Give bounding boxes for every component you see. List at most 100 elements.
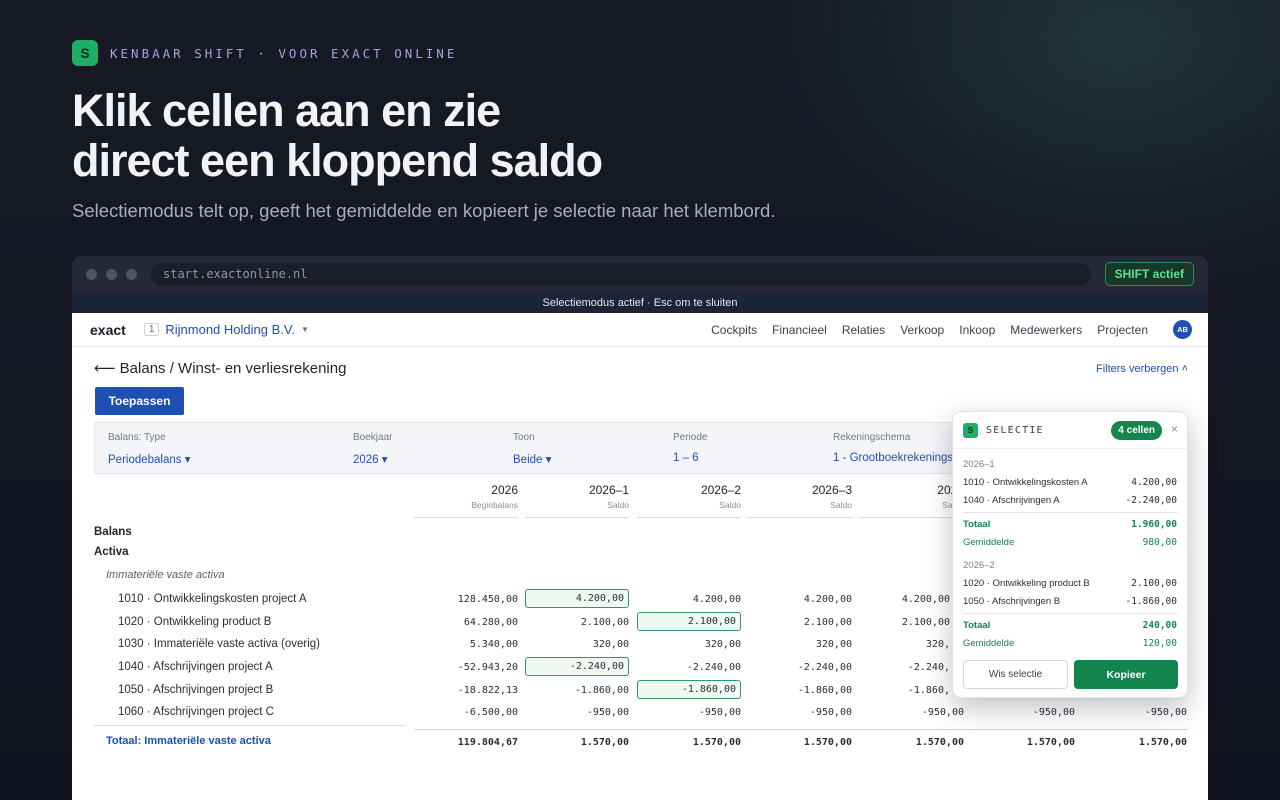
total-cell[interactable]: 119.804,67 (414, 737, 518, 748)
table-cell[interactable]: 2.100,00 (525, 617, 629, 628)
nav-verkoop[interactable]: Verkoop (900, 323, 944, 337)
table-cell[interactable]: -2.240, (846, 662, 950, 673)
hero-title: Klik cellen aan en zie direct een kloppe… (72, 86, 772, 186)
close-icon[interactable]: × (1171, 422, 1178, 436)
nav-relaties[interactable]: Relaties (842, 323, 885, 337)
top-navigation: exact 1 Rijnmond Holding B.V. ▼ Cockpits… (72, 313, 1208, 347)
shift-active-badge[interactable]: SHIFT actief (1104, 262, 1194, 286)
column-header: 2026–2 Saldo (637, 483, 741, 518)
selection-item-value: 2.100,00 (1131, 578, 1177, 589)
filter-value[interactable]: Beide ▾ (513, 452, 551, 466)
apply-button[interactable]: Toepassen (95, 387, 184, 415)
total-cell[interactable]: 1.570,00 (1083, 737, 1187, 748)
table-cell[interactable]: -1.860, (846, 685, 950, 696)
selection-item-value: -2.240,00 (1125, 495, 1177, 506)
divider (637, 517, 741, 518)
exact-logo[interactable]: exact (90, 322, 126, 338)
selection-item-label: 1020 · Ontwikkeling product B (963, 578, 1090, 589)
selection-total-value: 1.960,00 (1131, 519, 1177, 530)
table-row-label[interactable]: 1050 · Afschrijvingen project B (118, 684, 273, 696)
table-cell[interactable]: 4.200,00 (846, 594, 950, 605)
nav-financieel[interactable]: Financieel (772, 323, 827, 337)
nav-projecten[interactable]: Projecten (1097, 323, 1148, 337)
filter-panel: Balans: Type Periodebalans ▾ Boekjaar 20… (94, 422, 1054, 474)
column-header: 2026 Beginbalans (414, 483, 518, 518)
table-cell[interactable]: -950,00 (748, 707, 852, 718)
table-cell[interactable]: 320,00 (525, 639, 629, 650)
selection-item-value: -1.860,00 (1125, 596, 1177, 607)
selection-item-label: 1040 · Afschrijvingen A (963, 495, 1060, 506)
selection-average-value: 980,00 (1142, 537, 1177, 548)
table-cell[interactable]: -950,00 (1083, 707, 1187, 718)
page-title[interactable]: ⟵ Balans / Winst- en verliesrekening (94, 359, 346, 377)
nav-inkoop[interactable]: Inkoop (959, 323, 995, 337)
filter-value[interactable]: 2026 ▾ (353, 452, 388, 466)
table-cell[interactable]: 320,00 (637, 639, 741, 650)
selection-average-label: Gemiddelde (963, 638, 1015, 649)
table-cell[interactable]: -1.860,00 (525, 685, 629, 696)
window-maximize-dot[interactable] (126, 268, 137, 280)
table-cell[interactable]: 2.100,00 (846, 617, 950, 628)
company-number: 1 (143, 323, 160, 336)
total-cell[interactable]: 1.570,00 (971, 737, 1075, 748)
table-cell[interactable]: -950,00 (860, 707, 964, 718)
filters-toggle-link[interactable]: Filters verbergen ˄ (1096, 363, 1188, 375)
hero-title-line-2: direct een kloppend saldo (72, 135, 603, 186)
column-sub: Saldo (860, 500, 964, 510)
total-cell[interactable]: 1.570,00 (748, 737, 852, 748)
table-cell[interactable]: -6.500,00 (414, 707, 518, 718)
window-controls (86, 268, 137, 280)
total-row-label[interactable]: Totaal: Immateriële vaste activa (106, 735, 271, 747)
table-row-label[interactable]: 1010 · Ontwikkelingskosten project A (118, 593, 307, 605)
table-row-label[interactable]: 1020 · Ontwikkeling product B (118, 616, 271, 628)
table-cell[interactable]: -2.240,00 (637, 662, 741, 673)
company-selector[interactable]: Rijnmond Holding B.V. (165, 322, 295, 337)
total-cell[interactable]: 1.570,00 (860, 737, 964, 748)
selection-count-badge: 4 cellen (1111, 421, 1162, 440)
total-cell[interactable]: 1.570,00 (637, 737, 741, 748)
column-header: 2026 Saldo (860, 483, 964, 518)
total-cell[interactable]: 1.570,00 (525, 737, 629, 748)
table-cell[interactable]: 128.450,00 (414, 594, 518, 605)
copy-button[interactable]: Kopieer (1074, 660, 1178, 689)
window-minimize-dot[interactable] (106, 268, 117, 280)
table-cell[interactable]: -18.822,13 (414, 685, 518, 696)
table-cell[interactable]: -950,00 (971, 707, 1075, 718)
selection-average-value: 120,00 (1142, 638, 1177, 649)
nav-medewerkers[interactable]: Medewerkers (1010, 323, 1082, 337)
selection-item-label: 1010 · Ontwikkelingskosten A (963, 477, 1088, 488)
address-bar[interactable]: start.exactonline.nl (151, 262, 1091, 286)
table-cell[interactable]: -52.943,20 (414, 662, 518, 673)
table-cell[interactable]: 2.100,00 (748, 617, 852, 628)
avatar[interactable]: AB (1173, 320, 1192, 339)
table-cell[interactable]: 5.340,00 (414, 639, 518, 650)
selection-title: SELECTIE (986, 424, 1044, 436)
window-close-dot[interactable] (86, 268, 97, 280)
chevron-down-icon[interactable]: ▼ (301, 325, 309, 334)
clear-selection-button[interactable]: Wis selectie (963, 660, 1068, 689)
filter-label: Boekjaar (353, 432, 393, 443)
filter-value[interactable]: Periodebalans ▾ (108, 452, 191, 466)
table-row-label[interactable]: 1060 · Afschrijvingen project C (118, 706, 274, 718)
nav-cockpits[interactable]: Cockpits (711, 323, 757, 337)
table-cell[interactable]: 320, (846, 639, 950, 650)
divider (860, 517, 964, 518)
table-cell-selected[interactable]: -1.860,00 (637, 680, 741, 699)
table-cell-selected[interactable]: 4.200,00 (525, 589, 629, 608)
column-sub: Saldo (607, 500, 629, 510)
table-cell[interactable]: -950,00 (525, 707, 629, 718)
filter-value[interactable]: 1 – 6 (673, 452, 699, 464)
table-row-label[interactable]: 1030 · Immateriële vaste activa (overig) (118, 638, 320, 650)
table-cell[interactable]: 64.280,00 (414, 617, 518, 628)
table-cell-selected[interactable]: 2.100,00 (637, 612, 741, 631)
table-cell[interactable]: -950,00 (637, 707, 741, 718)
table-cell[interactable]: 4.200,00 (748, 594, 852, 605)
table-cell-selected[interactable]: -2.240,00 (525, 657, 629, 676)
column-sub: Saldo (719, 500, 741, 510)
table-cell[interactable]: -1.860,00 (748, 685, 852, 696)
table-cell[interactable]: 4.200,00 (637, 594, 741, 605)
table-cell[interactable]: -2.240,00 (748, 662, 852, 673)
table-cell[interactable]: 320,00 (748, 639, 852, 650)
selection-panel: S SELECTIE 4 cellen × 2026–1 1010 · Ontw… (952, 411, 1188, 698)
table-row-label[interactable]: 1040 · Afschrijvingen project A (118, 661, 273, 673)
